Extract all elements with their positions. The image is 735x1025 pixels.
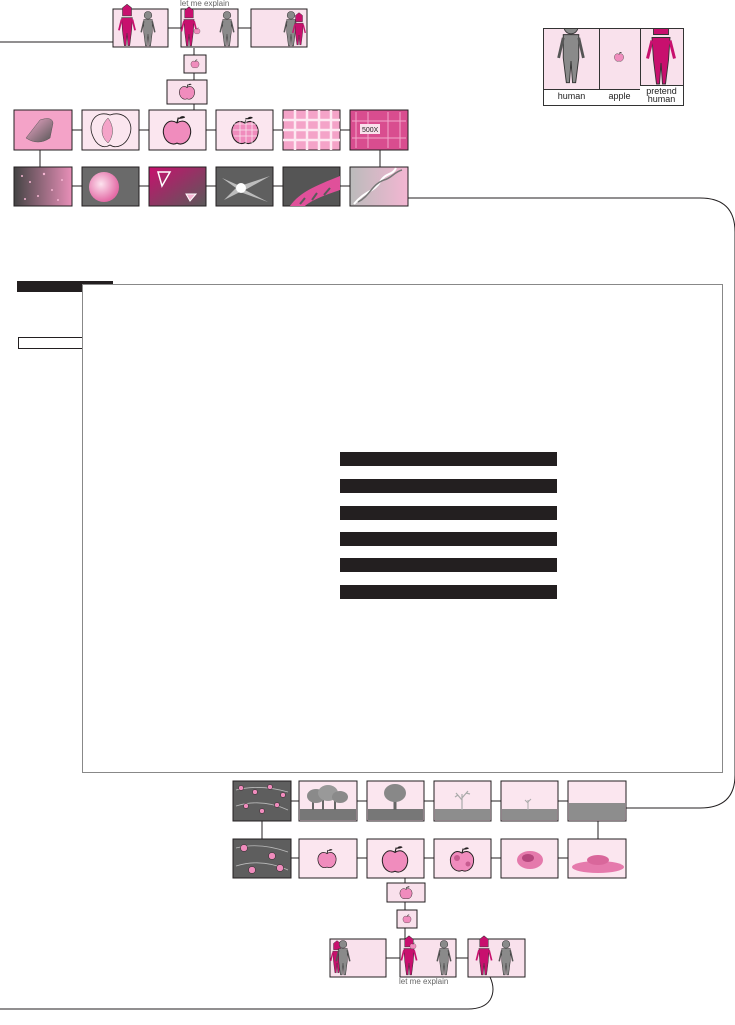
redacted-line <box>340 452 557 466</box>
content-panel <box>82 284 723 773</box>
redacted-line <box>340 585 557 599</box>
bottom-story-row <box>329 882 526 978</box>
legend-box: human apple pretend human <box>543 13 684 106</box>
legend-apple-label: apple <box>599 89 640 105</box>
redacted-line <box>340 479 557 493</box>
human-icon <box>557 18 585 85</box>
top-story-row <box>112 3 308 105</box>
apple-icon <box>614 51 624 62</box>
legend-apple: apple <box>599 29 641 105</box>
redacted-line <box>340 558 557 572</box>
legend-pretend-human-label: pretend human <box>640 85 683 105</box>
top-caption: let me explain <box>180 0 230 8</box>
legend-pretend-human: pretend human <box>640 13 683 105</box>
legend-human: human <box>544 18 600 105</box>
redacted-line <box>340 506 557 520</box>
pretend-human-icon <box>646 13 676 86</box>
bottom-caption: let me explain <box>399 977 449 986</box>
legend-human-label: human <box>544 89 599 105</box>
microscope-label: 500X <box>362 127 379 134</box>
redacted-line <box>340 532 557 546</box>
